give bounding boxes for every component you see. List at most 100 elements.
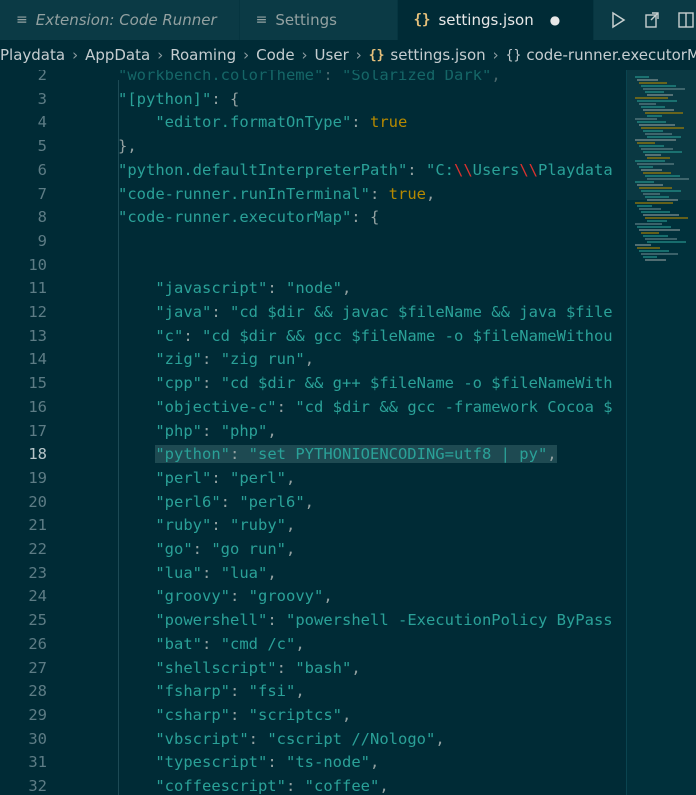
run-icon[interactable] [608, 10, 628, 30]
minimap-line [641, 253, 678, 255]
chevron-right-icon: › [157, 46, 164, 64]
code-line[interactable]: 28 "fsharp": "fsi", [0, 680, 626, 704]
code-line[interactable]: 16 "objective-c": "cd $dir && gcc -frame… [0, 396, 626, 420]
tab-bar: ≡ Extension: Code Runner ≡ Settings {} s… [0, 0, 696, 40]
breadcrumb-item[interactable]: User [315, 46, 349, 64]
minimap[interactable] [626, 70, 696, 795]
line-number: 21 [28, 516, 47, 535]
minimap-line [643, 151, 682, 153]
minimap-line [641, 85, 676, 87]
tab-extension-code-runner[interactable]: ≡ Extension: Code Runner [0, 0, 240, 40]
minimap-line [641, 148, 673, 150]
minimap-line [645, 175, 680, 177]
code-line[interactable]: 27 "shellscript": "bash", [0, 657, 626, 681]
code-text: "code-runner.runInTerminal": true, [118, 184, 436, 203]
minimap-line [639, 229, 680, 231]
code-text: "typescript": "ts-node", [155, 753, 380, 772]
code-line[interactable]: 10 [0, 254, 626, 278]
minimap-line [635, 139, 676, 141]
minimap-line [643, 193, 660, 195]
minimap-line [645, 133, 672, 135]
code-text: "powershell": "powershell -ExecutionPoli… [155, 611, 613, 630]
settings-file-icon: ≡ [255, 12, 268, 28]
tab-settings-json[interactable]: {} settings.json ● [397, 0, 594, 40]
minimap-line [641, 232, 659, 234]
code-text: "perl6": "perl6", [155, 492, 315, 511]
breadcrumb-item[interactable]: Playdata [0, 46, 65, 64]
code-line[interactable]: 26 "bat": "cmd /c", [0, 633, 626, 657]
code-line[interactable]: 3 "[python]": { [0, 88, 626, 112]
breadcrumb-symbol[interactable]: code-runner.executorMap [526, 46, 696, 64]
code-line[interactable]: 29 "csharp": "scriptcs", [0, 704, 626, 728]
code-text: "code-runner.executorMap": { [118, 208, 380, 227]
line-number: 22 [28, 540, 47, 558]
code-text: "vbscript": "cscript //Nologo", [155, 729, 445, 748]
editor-actions [594, 0, 696, 40]
split-editor-icon[interactable] [676, 10, 696, 30]
code-line[interactable]: 19 "perl": "perl", [0, 467, 626, 491]
code-line[interactable]: 4 "editor.formatOnType": true [0, 111, 626, 135]
minimap-line [645, 91, 664, 93]
line-number: 18 [28, 445, 47, 464]
code-line[interactable]: 24 "groovy": "groovy", [0, 585, 626, 609]
tab-settings[interactable]: ≡ Settings [240, 0, 398, 40]
code-text: "c": "cd $dir && gcc $fileName -o $fileN… [155, 326, 613, 345]
code-line[interactable]: 17 "php": "php", [0, 420, 626, 444]
code-line[interactable]: 12 "java": "cd $dir && javac $fileName &… [0, 301, 626, 325]
code-line[interactable]: 15 "cpp": "cd $dir && g++ $fileName -o $… [0, 372, 626, 396]
code-text: "[python]": { [118, 89, 240, 108]
minimap-line [645, 259, 666, 261]
code-line[interactable]: 11 "javascript": "node", [0, 277, 626, 301]
line-number: 10 [28, 255, 47, 274]
minimap-line [637, 247, 660, 249]
code-line[interactable]: 31 "typescript": "ts-node", [0, 751, 626, 775]
minimap-line [639, 124, 675, 126]
code-text: "javascript": "node", [155, 279, 352, 298]
minimap-line [643, 130, 663, 132]
code-text: "python.defaultInterpreterPath": "C:\\Us… [118, 160, 613, 179]
code-text: "editor.formatOnType": true [155, 113, 408, 132]
code-line[interactable]: 7 "code-runner.runInTerminal": true, [0, 183, 626, 207]
minimap-line [647, 157, 670, 159]
minimap-line [645, 154, 661, 156]
minimap-line [637, 184, 663, 186]
code-line[interactable]: 22 "go": "go run", [0, 538, 626, 562]
line-number: 9 [37, 231, 47, 250]
code-line[interactable]: 25 "powershell": "powershell -ExecutionP… [0, 609, 626, 633]
code-line[interactable]: 18 "python": "set PYTHONIOENCODING=utf8 … [0, 443, 626, 467]
unsaved-indicator-icon[interactable]: ● [550, 13, 560, 27]
code-line[interactable]: 21 "ruby": "ruby", [0, 514, 626, 538]
code-line[interactable]: 13 "c": "cd $dir && gcc $fileName -o $fi… [0, 325, 626, 349]
minimap-line [637, 79, 658, 81]
code-line[interactable]: 14 "zig": "zig run", [0, 348, 626, 372]
code-line[interactable]: 5}, [0, 135, 626, 159]
code-line[interactable]: 8 "code-runner.executorMap": { [0, 206, 626, 230]
breadcrumb-item[interactable]: AppData [85, 46, 150, 64]
line-number: 8 [37, 208, 47, 227]
code-line[interactable]: 23 "lua": "lua", [0, 562, 626, 586]
minimap-line [647, 136, 681, 138]
chevron-right-icon: › [301, 46, 308, 64]
code-line[interactable]: 9 [0, 230, 626, 254]
minimap-line [635, 76, 649, 78]
line-number: 6 [37, 160, 47, 179]
line-number: 4 [37, 113, 47, 132]
minimap-line [635, 181, 654, 183]
minimap-line [641, 106, 665, 108]
minimap-line [643, 172, 671, 174]
code-editor[interactable]: 2 "workbench.colorTheme": "Solarized Dark… [0, 70, 626, 795]
code-line[interactable]: 2 "workbench.colorTheme": "Solarized Dark… [0, 70, 626, 88]
code-line[interactable]: 30 "vbscript": "cscript //Nologo", [0, 728, 626, 752]
line-number: 24 [28, 587, 47, 606]
chevron-right-icon: › [72, 46, 79, 64]
breadcrumb-file[interactable]: settings.json [390, 46, 485, 64]
open-settings-icon[interactable] [642, 10, 662, 30]
breadcrumb-item[interactable]: Code [256, 46, 294, 64]
line-number: 32 [28, 777, 47, 795]
code-line[interactable]: 32 "coffeescript": "coffee", [0, 775, 626, 795]
code-line[interactable]: 6 "python.defaultInterpreterPath": "C:\\U… [0, 159, 626, 183]
code-line[interactable]: 20 "perl6": "perl6", [0, 491, 626, 515]
line-number: 19 [28, 468, 47, 487]
breadcrumb-item[interactable]: Roaming [170, 46, 236, 64]
object-symbol-icon: {} [505, 47, 522, 63]
